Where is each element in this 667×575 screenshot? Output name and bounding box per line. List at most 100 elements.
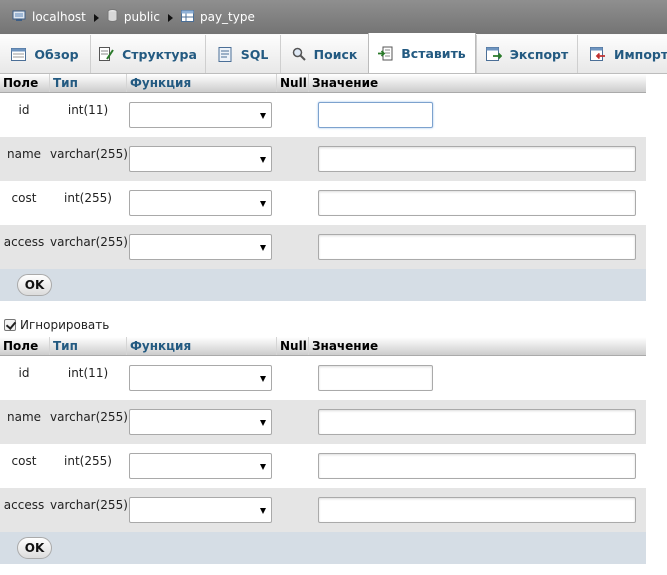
tab-export-label: Экспорт xyxy=(509,46,569,62)
chevron-down-icon xyxy=(260,113,266,119)
browse-icon xyxy=(11,47,27,61)
database-icon xyxy=(107,9,118,25)
ignore-label: Игнорировать xyxy=(20,318,110,332)
tab-structure-label: Структура xyxy=(122,46,197,62)
chevron-down-icon xyxy=(260,420,266,426)
field-name: name xyxy=(6,410,42,424)
tab-browse-label: Обзор xyxy=(34,46,79,62)
column-divider xyxy=(49,74,50,92)
header-field: Поле xyxy=(3,339,39,353)
column-header-row: Поле Тип Функция Null Значение xyxy=(0,337,646,356)
breadcrumb-table[interactable]: pay_type xyxy=(180,9,255,25)
search-icon xyxy=(292,47,306,61)
insert-form-2: Поле Тип Функция Null Значение id int(11… xyxy=(0,337,646,564)
table-row: id int(11) xyxy=(0,356,646,400)
chevron-down-icon xyxy=(260,201,266,207)
tab-browse[interactable]: Обзор xyxy=(0,35,90,73)
export-icon xyxy=(485,47,502,61)
value-input[interactable] xyxy=(318,102,433,128)
column-divider xyxy=(126,74,127,92)
field-name: access xyxy=(3,235,45,249)
breadcrumb-database-label: public xyxy=(123,10,160,24)
chevron-down-icon xyxy=(260,157,266,163)
field-type: varchar(255) xyxy=(50,147,128,161)
tab-insert[interactable]: Вставить xyxy=(368,33,476,73)
value-input[interactable] xyxy=(318,234,636,260)
function-select[interactable] xyxy=(129,234,272,260)
field-name: cost xyxy=(11,454,37,468)
ok-button[interactable]: OK xyxy=(17,274,52,296)
value-input[interactable] xyxy=(318,190,636,216)
form-footer: OK xyxy=(0,532,646,564)
insert-icon xyxy=(378,46,393,61)
tab-import[interactable]: Импорт xyxy=(577,35,667,73)
ignore-checkbox[interactable] xyxy=(4,319,16,331)
function-select[interactable] xyxy=(129,190,272,216)
tab-export[interactable]: Экспорт xyxy=(476,35,577,73)
function-select[interactable] xyxy=(129,453,272,479)
value-input[interactable] xyxy=(318,409,636,435)
breadcrumb-table-label: pay_type xyxy=(199,10,255,24)
tab-import-label: Импорт xyxy=(614,46,667,62)
tab-insert-label: Вставить xyxy=(401,45,466,61)
table-row: cost int(255) xyxy=(0,444,646,488)
field-type: int(11) xyxy=(67,103,109,117)
function-select[interactable] xyxy=(129,102,272,128)
table-row: name varchar(255) xyxy=(0,400,646,444)
value-input[interactable] xyxy=(318,365,433,391)
header-null: Null xyxy=(280,339,307,353)
breadcrumb-separator-icon xyxy=(93,14,99,22)
chevron-down-icon xyxy=(260,464,266,470)
function-select[interactable] xyxy=(129,365,272,391)
field-name: id xyxy=(18,366,30,380)
structure-icon xyxy=(99,47,114,61)
form-footer: OK xyxy=(0,269,646,301)
table-row: name varchar(255) xyxy=(0,137,646,181)
value-input[interactable] xyxy=(318,146,636,172)
header-field: Поле xyxy=(3,76,39,90)
header-null: Null xyxy=(280,76,307,90)
column-divider xyxy=(276,74,277,92)
column-header-row: Поле Тип Функция Null Значение xyxy=(0,74,646,93)
table-icon xyxy=(180,9,194,25)
column-divider xyxy=(308,337,309,355)
chevron-down-icon xyxy=(260,508,266,514)
ignore-checkbox-row[interactable]: Игнорировать xyxy=(4,318,109,332)
breadcrumb-separator-icon xyxy=(167,14,173,22)
header-type[interactable]: Тип xyxy=(53,76,78,90)
value-input[interactable] xyxy=(318,497,636,523)
breadcrumb-server-label: localhost xyxy=(32,10,86,24)
chevron-down-icon xyxy=(260,245,266,251)
chevron-down-icon xyxy=(260,376,266,382)
function-select[interactable] xyxy=(129,146,272,172)
field-name: name xyxy=(6,147,42,161)
import-icon xyxy=(590,47,606,61)
field-type: varchar(255) xyxy=(50,410,128,424)
header-value: Значение xyxy=(312,76,379,90)
field-name: cost xyxy=(11,191,37,205)
server-icon xyxy=(12,10,26,25)
table-row: access varchar(255) xyxy=(0,225,646,269)
column-divider xyxy=(308,74,309,92)
field-name: access xyxy=(3,498,45,512)
header-type[interactable]: Тип xyxy=(53,339,78,353)
function-select[interactable] xyxy=(129,409,272,435)
ok-button[interactable]: OK xyxy=(17,537,52,559)
field-type: int(255) xyxy=(64,454,112,468)
tab-structure[interactable]: Структура xyxy=(90,35,205,73)
value-input[interactable] xyxy=(318,453,636,479)
header-function[interactable]: Функция xyxy=(130,76,191,90)
breadcrumb-server[interactable]: localhost xyxy=(12,10,86,25)
function-select[interactable] xyxy=(129,497,272,523)
header-function[interactable]: Функция xyxy=(130,339,191,353)
tab-search[interactable]: Поиск xyxy=(280,35,368,73)
field-type: varchar(255) xyxy=(50,498,128,512)
table-row: id int(11) xyxy=(0,93,646,137)
column-divider xyxy=(49,337,50,355)
field-type: int(255) xyxy=(64,191,112,205)
breadcrumb-database[interactable]: public xyxy=(107,9,160,25)
tab-sql[interactable]: SQL xyxy=(205,35,280,73)
column-divider xyxy=(276,337,277,355)
column-divider xyxy=(126,337,127,355)
breadcrumb: localhost public pay_type xyxy=(0,0,667,34)
